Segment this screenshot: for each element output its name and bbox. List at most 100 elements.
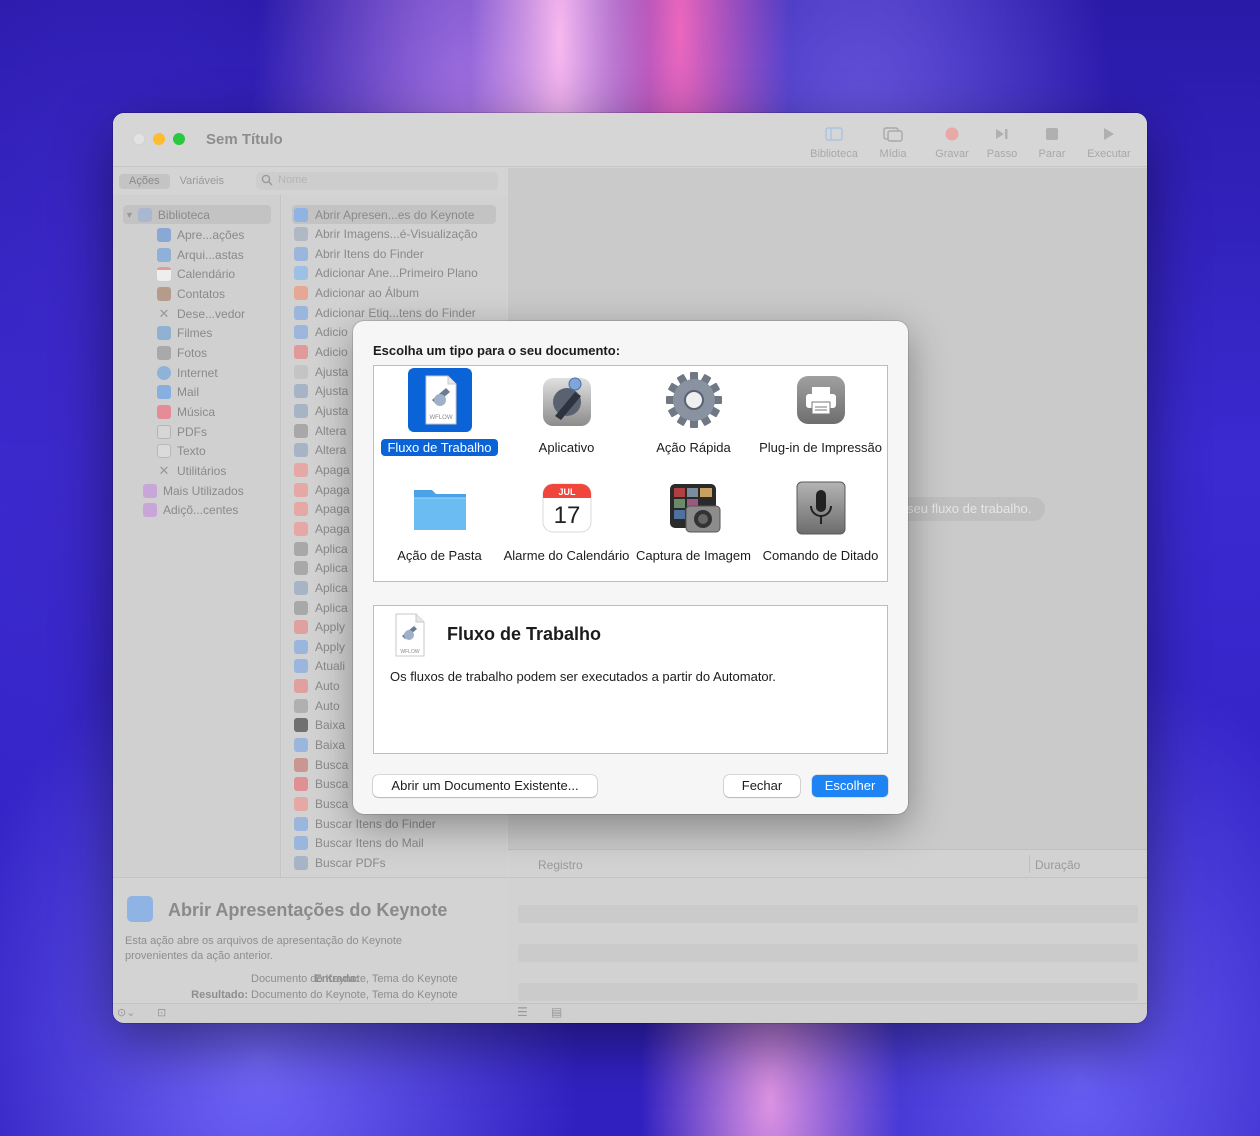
action-item[interactable]: Apaga xyxy=(294,480,350,499)
action-item[interactable]: Atuali xyxy=(294,657,345,676)
action-menu-icon[interactable]: ⊙⌄ xyxy=(117,1006,135,1019)
smart-folder-icon xyxy=(143,502,157,517)
action-item[interactable]: Apaga xyxy=(294,460,350,479)
sidebar-item-most-used[interactable]: Mais Utilizados xyxy=(143,481,244,500)
action-item[interactable]: Aplica xyxy=(294,559,348,578)
action-item[interactable]: Baixa xyxy=(294,716,345,735)
run-button[interactable]: Executar xyxy=(1079,125,1139,160)
action-icon xyxy=(294,482,308,497)
action-item[interactable]: Adicionar Etiq...tens do Finder xyxy=(294,303,476,322)
bottom-bar: ⊙⌄ ⊡ ☰ ▤ xyxy=(113,1003,1147,1023)
zoom-button[interactable] xyxy=(173,133,185,145)
sidebar-item-files[interactable]: Arqui...astas xyxy=(157,245,244,264)
action-item[interactable]: Baixa xyxy=(294,736,345,755)
media-button[interactable]: Mídia xyxy=(863,125,923,160)
contacts-icon xyxy=(157,286,171,301)
action-label: Baixa xyxy=(315,738,346,753)
action-label: Adicionar Ane...Primeiro Plano xyxy=(315,266,478,281)
action-item[interactable]: Apaga xyxy=(294,519,350,538)
tab-variables[interactable]: Variáveis xyxy=(170,174,234,189)
tools-icon: ✕ xyxy=(158,305,170,321)
action-item[interactable]: Buscar PDFs xyxy=(294,853,386,872)
action-item[interactable]: Auto xyxy=(294,696,340,715)
description-title: Abrir Apresentações do Keynote xyxy=(168,900,448,920)
type-print-plugin[interactable]: Plug-in de Impressão xyxy=(757,370,884,470)
result-value: Documento do Keynote, Tema do Keynote xyxy=(251,989,458,1001)
calendar-icon: JUL 17 xyxy=(537,478,597,538)
open-existing-document-button[interactable]: Abrir um Documento Existente... xyxy=(373,775,597,797)
sidebar-item-music[interactable]: Música xyxy=(157,402,215,421)
sidebar-item-pdfs[interactable]: PDFs xyxy=(157,422,207,441)
type-folder-action[interactable]: Ação de Pasta xyxy=(376,478,503,578)
close-button[interactable] xyxy=(133,133,145,145)
type-image-capture[interactable]: Captura de Imagem xyxy=(630,478,757,578)
sidebar-item-recently-added[interactable]: Adiçõ...centes xyxy=(143,500,238,519)
action-item[interactable]: Adicio xyxy=(294,343,348,362)
stop-button[interactable]: Parar xyxy=(1022,125,1082,160)
action-item[interactable]: Buscar Itens do Mail xyxy=(294,834,424,853)
action-icon xyxy=(294,404,308,418)
sidebar-item-calendar[interactable]: Calendário xyxy=(157,264,235,283)
action-item[interactable]: Busca xyxy=(294,795,348,814)
media-icon xyxy=(863,125,923,143)
list-view-icon[interactable]: ☰ xyxy=(517,1005,528,1019)
choose-button[interactable]: Escolher xyxy=(812,775,888,797)
search-input[interactable]: Nome xyxy=(256,172,498,190)
sidebar-item-presentations[interactable]: Apre...ações xyxy=(157,225,244,244)
tab-actions[interactable]: Ações xyxy=(119,174,170,189)
action-item[interactable]: Aplica xyxy=(294,598,348,617)
action-item[interactable]: Altera xyxy=(294,441,346,460)
sidebar-item-library[interactable]: ▼ Biblioteca xyxy=(125,205,210,224)
library-button[interactable]: Biblioteca xyxy=(804,125,864,160)
sidebar-item-movies[interactable]: Filmes xyxy=(157,323,212,342)
action-item[interactable]: Apaga xyxy=(294,500,350,519)
action-item[interactable]: Auto xyxy=(294,677,340,696)
action-item[interactable]: Ajusta xyxy=(294,362,348,381)
action-item[interactable]: Aplica xyxy=(294,539,348,558)
description-toggle-icon[interactable]: ⊡ xyxy=(157,1006,166,1019)
sidebar-item-internet[interactable]: Internet xyxy=(157,363,218,382)
action-item[interactable]: Busca xyxy=(294,775,348,794)
sidebar-item-utilities[interactable]: ✕ Utilitários xyxy=(157,461,227,480)
action-item[interactable]: Buscar Itens do Finder xyxy=(294,814,436,833)
type-dictation-command[interactable]: Comando de Ditado xyxy=(757,478,884,578)
duration-column-header[interactable]: Duração xyxy=(1035,858,1080,872)
info-text: Os fluxos de trabalho podem ser executad… xyxy=(390,669,776,684)
action-icon xyxy=(294,797,308,811)
action-item[interactable]: Apply xyxy=(294,637,345,656)
type-workflow[interactable]: WFLOW Fluxo de Trabalho xyxy=(376,368,503,470)
action-item[interactable]: Abrir Imagens...é-Visualização xyxy=(294,225,478,244)
action-item[interactable]: Apply xyxy=(294,618,345,637)
close-button[interactable]: Fechar xyxy=(724,775,800,797)
action-item[interactable]: Altera xyxy=(294,421,346,440)
type-calendar-alarm[interactable]: JUL 17 Alarme do Calendário xyxy=(503,478,630,578)
action-item[interactable]: Ajusta xyxy=(294,402,348,421)
search-icon xyxy=(261,174,273,189)
action-item[interactable]: Aplica xyxy=(294,578,348,597)
action-item[interactable]: Adicionar ao Álbum xyxy=(294,284,419,303)
log-row xyxy=(518,905,1138,923)
action-label: Ajusta xyxy=(315,384,349,399)
action-icon xyxy=(294,443,308,458)
sidebar-item-mail[interactable]: Mail xyxy=(157,382,199,401)
action-item[interactable]: Adicionar Ane...Primeiro Plano xyxy=(294,264,478,283)
sidebar-item-text[interactable]: Texto xyxy=(157,441,206,460)
action-description: Abrir Apresentações do Keynote Esta ação… xyxy=(113,877,507,1003)
window-title: Sem Título xyxy=(206,131,283,148)
action-item[interactable]: Abrir Apresen...es do Keynote xyxy=(294,205,474,224)
action-item[interactable]: Adicio xyxy=(294,323,348,342)
split-view-icon[interactable]: ▤ xyxy=(551,1005,562,1019)
type-label: Aplicativo xyxy=(538,440,595,455)
minimize-button[interactable] xyxy=(153,133,165,145)
action-label: Apaga xyxy=(315,521,350,536)
type-quick-action[interactable]: Ação Rápida xyxy=(630,370,757,470)
action-item[interactable]: Busca xyxy=(294,755,348,774)
sidebar-item-contacts[interactable]: Contatos xyxy=(157,284,225,303)
log-column-header[interactable]: Registro xyxy=(538,858,583,872)
sidebar-item-developer[interactable]: ✕ Dese...vedor xyxy=(157,304,246,323)
action-label: Altera xyxy=(315,443,347,458)
action-item[interactable]: Ajusta xyxy=(294,382,348,401)
type-application[interactable]: Aplicativo xyxy=(503,370,630,470)
sidebar-item-photos[interactable]: Fotos xyxy=(157,343,207,362)
action-item[interactable]: Abrir Itens do Finder xyxy=(294,244,424,263)
